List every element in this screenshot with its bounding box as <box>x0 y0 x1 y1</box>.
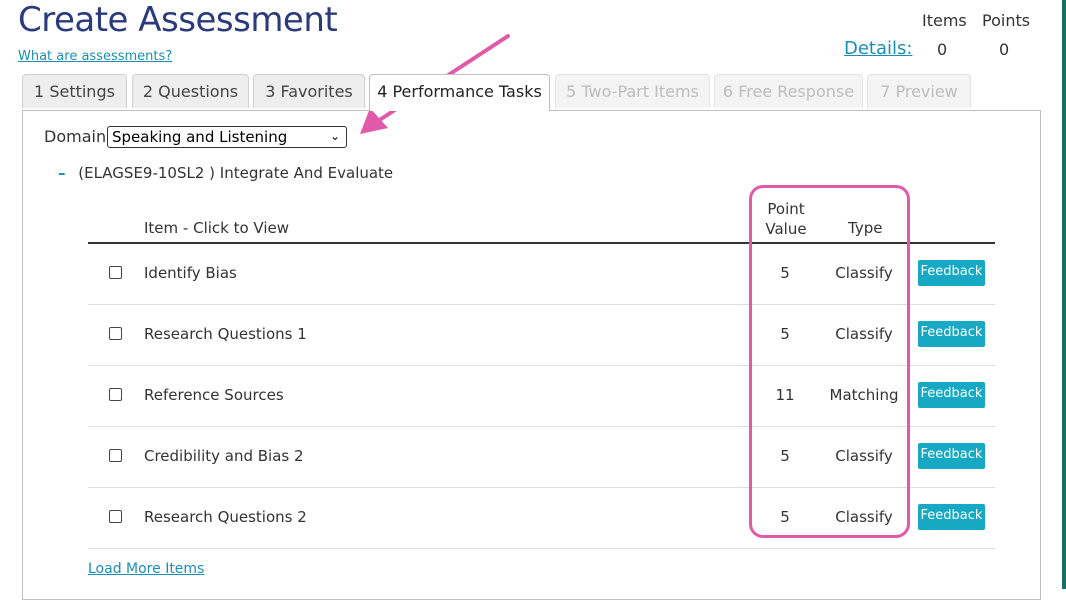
item-checkbox[interactable] <box>109 388 122 401</box>
items-count-value: 0 <box>937 40 948 59</box>
tab-performance-tasks[interactable]: 4 Performance Tasks <box>369 74 550 111</box>
item-name-link[interactable]: Credibility and Bias 2 <box>144 447 304 465</box>
feedback-button[interactable]: Feedback <box>918 443 985 469</box>
tab-settings[interactable]: 1 Settings <box>22 74 127 108</box>
collapse-toggle-icon[interactable]: – <box>58 164 66 182</box>
item-checkbox[interactable] <box>109 510 122 523</box>
feedback-button[interactable]: Feedback <box>918 321 985 347</box>
details-link[interactable]: Details: <box>844 38 912 59</box>
domain-select[interactable]: Speaking and Listening ⌄ <box>107 126 347 148</box>
standard-group-header: – (ELAGSE9-10SL2 ) Integrate And Evaluat… <box>58 164 393 182</box>
tab-preview[interactable]: 7 Preview <box>867 74 971 108</box>
item-type: Classify <box>835 508 893 526</box>
standard-label: (ELAGSE9-10SL2 ) Integrate And Evaluate <box>78 164 394 182</box>
column-header-point-value: Point Value <box>765 200 807 238</box>
chevron-down-icon: ⌄ <box>329 129 340 143</box>
tab-favorites[interactable]: 3 Favorites <box>253 74 365 108</box>
table-row: Reference Sources 11 Matching Feedback <box>88 366 995 427</box>
item-checkbox[interactable] <box>109 266 122 279</box>
item-name-link[interactable]: Research Questions 2 <box>144 508 307 526</box>
tab-questions[interactable]: 2 Questions <box>132 74 249 108</box>
item-type: Classify <box>835 264 893 282</box>
what-are-assessments-link[interactable]: What are assessments? <box>18 49 172 64</box>
item-type: Matching <box>829 386 899 404</box>
item-checkbox[interactable] <box>109 449 122 462</box>
table-row: Identify Bias 5 Classify Feedback <box>88 244 995 305</box>
column-header-type: Type <box>848 219 883 237</box>
table-row: Research Questions 2 5 Classify Feedback <box>88 488 995 549</box>
domain-selected-value: Speaking and Listening <box>112 128 288 146</box>
item-type: Classify <box>835 325 893 343</box>
item-point-value: 5 <box>780 264 790 282</box>
load-more-items-link[interactable]: Load More Items <box>88 561 204 577</box>
domain-label: Domain: <box>44 127 112 146</box>
feedback-button[interactable]: Feedback <box>918 504 985 530</box>
feedback-button[interactable]: Feedback <box>918 260 985 286</box>
item-checkbox[interactable] <box>109 327 122 340</box>
feedback-button[interactable]: Feedback <box>918 382 985 408</box>
item-name-link[interactable]: Identify Bias <box>144 264 237 282</box>
column-header-item: Item - Click to View <box>144 219 290 237</box>
item-name-link[interactable]: Research Questions 1 <box>144 325 307 343</box>
item-point-value: 5 <box>780 508 790 526</box>
points-total-value: 0 <box>999 40 1010 59</box>
item-point-value: 5 <box>780 325 790 343</box>
item-point-value: 5 <box>780 447 790 465</box>
points-total-label: Points <box>982 11 1031 30</box>
window-edge <box>1062 0 1066 589</box>
table-row: Research Questions 1 5 Classify Feedback <box>88 305 995 366</box>
item-name-link[interactable]: Reference Sources <box>144 386 284 404</box>
tab-free-response[interactable]: 6 Free Response <box>714 74 863 108</box>
tab-two-part-items[interactable]: 5 Two-Part Items <box>555 74 710 108</box>
page-title: Create Assessment <box>18 0 338 40</box>
table-row: Credibility and Bias 2 5 Classify Feedba… <box>88 427 995 488</box>
item-type: Classify <box>835 447 893 465</box>
item-point-value: 11 <box>775 386 795 404</box>
items-count-label: Items <box>922 11 967 30</box>
